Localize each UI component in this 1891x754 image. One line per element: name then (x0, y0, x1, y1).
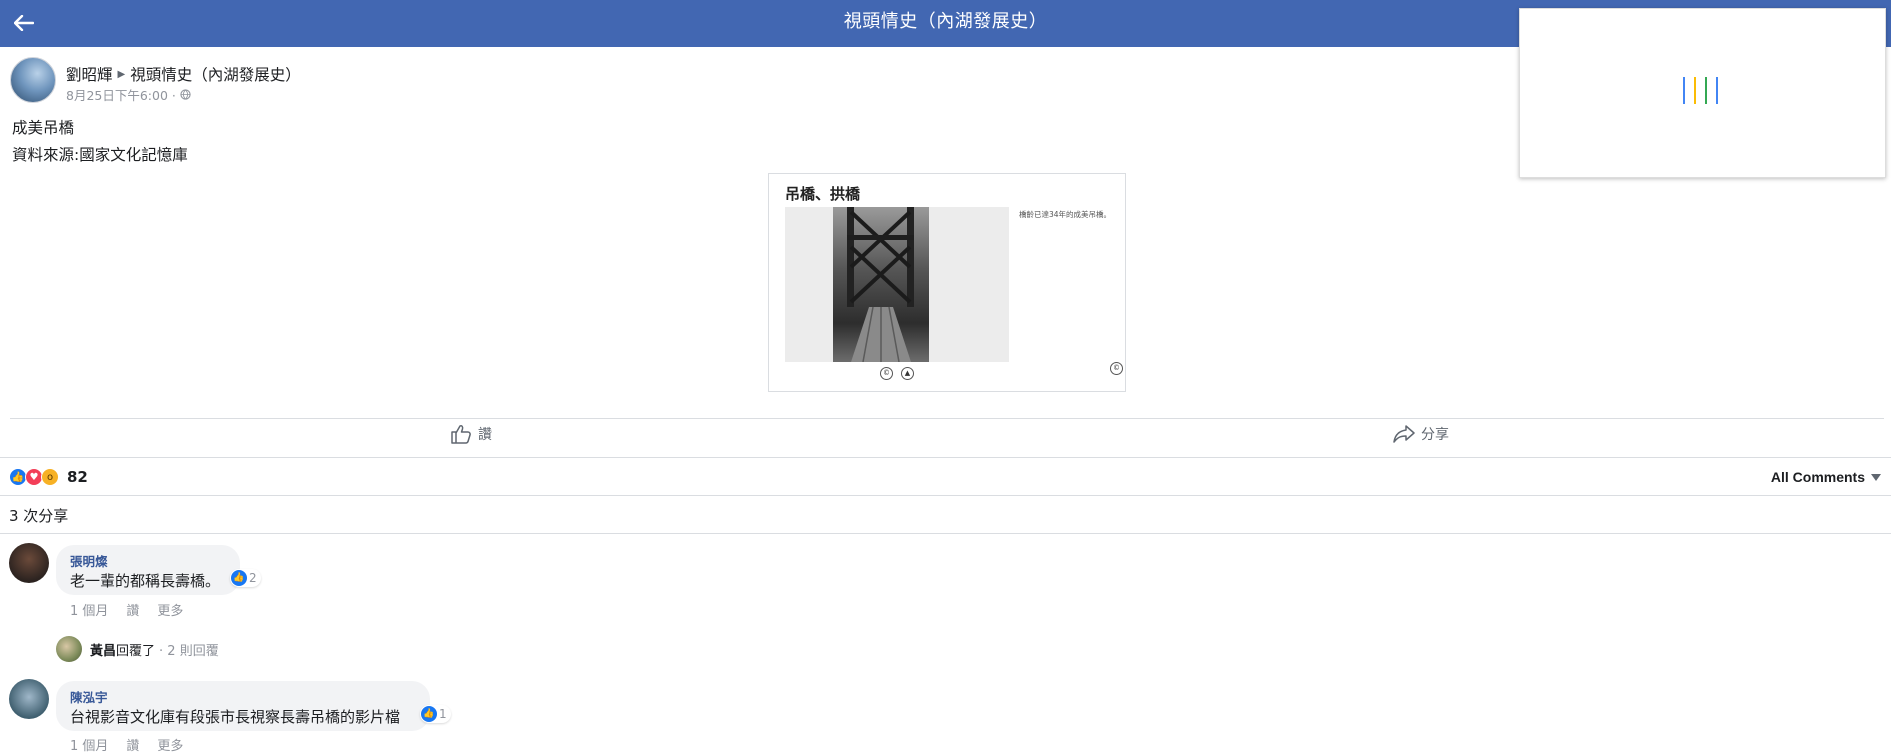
timestamp-text[interactable]: 8月25日下午6:00 · (66, 85, 176, 104)
comment-text: 台視影音文化庫有段張市長視察長壽吊橋的影片檔 (70, 708, 401, 726)
caret-right-icon: ▶ (117, 68, 126, 80)
comment-more-link[interactable]: 更多 (157, 735, 183, 754)
like-icon: 👍 (421, 706, 437, 722)
share-count[interactable]: 3 次分享 (9, 505, 68, 526)
post-media[interactable]: 吊橋、拱橋 橋齡已達34年的成美吊橋。 © ▲ © (768, 173, 1126, 392)
loading-spinner-icon (1683, 77, 1718, 104)
loader-bar (1694, 77, 1696, 104)
like-button[interactable]: 讚 (450, 424, 492, 444)
like-count: 2 (249, 571, 257, 585)
comment-actions: 1 個月 讚 更多 (70, 735, 183, 754)
share-button[interactable]: 分享 (1393, 424, 1449, 444)
comment-text: 老一輩的都稱長壽橋。 (70, 572, 221, 590)
divider (0, 533, 1891, 534)
post-timestamp: 8月25日下午6:00 · (66, 85, 191, 104)
loader-bar (1683, 77, 1685, 104)
comment-like-count[interactable]: 👍 2 (230, 569, 261, 587)
replier-avatar (56, 636, 82, 662)
loading-popup (1519, 8, 1886, 178)
author-avatar[interactable] (10, 57, 56, 103)
media-caption: 橋齡已達34年的成美吊橋。 (1019, 210, 1112, 219)
wow-icon: o (41, 468, 59, 486)
like-count: 1 (439, 707, 447, 721)
copyright-icon: © (1110, 362, 1123, 375)
comment-like-count[interactable]: 👍 1 (420, 705, 451, 723)
share-label: 分享 (1421, 427, 1449, 443)
replier-name: 黃昌 (90, 643, 117, 659)
attribution-icon: ▲ (901, 367, 914, 380)
comment-sort-dropdown[interactable]: All Comments (1771, 469, 1881, 485)
comment-like-link[interactable]: 讚 (126, 600, 139, 619)
reply-count: · 2 則回覆 (159, 643, 219, 659)
like-icon: 👍 (231, 570, 247, 586)
post-text-line: 成美吊橋 (12, 119, 75, 137)
cc-icon: © (880, 367, 893, 380)
comment-like-link[interactable]: 讚 (126, 735, 139, 754)
author-line: 劉昭輝 ▶ 視頭情史（內湖發展史） (66, 63, 301, 85)
author-name[interactable]: 劉昭輝 (66, 63, 113, 85)
post-text-line: 資料來源:國家文化記憶庫 (12, 146, 188, 164)
comment-more-link[interactable]: 更多 (157, 600, 183, 619)
commenter-avatar[interactable] (9, 679, 49, 719)
divider (0, 457, 1891, 458)
caret-down-icon (1871, 473, 1881, 481)
comment-actions: 1 個月 讚 更多 (70, 600, 183, 619)
reply-summary[interactable]: 黃昌 回覆了 · 2 則回覆 (56, 636, 219, 662)
reaction-summary[interactable]: 👍 ♥ o 82 (9, 468, 88, 486)
media-title: 吊橋、拱橋 (785, 185, 861, 203)
loader-bar (1705, 77, 1707, 104)
commenter-name[interactable]: 陳泓宇 (70, 687, 108, 706)
commenter-name[interactable]: 張明燦 (70, 551, 108, 570)
group-name[interactable]: 視頭情史（內湖發展史） (130, 63, 301, 85)
commenter-avatar[interactable] (9, 543, 49, 583)
loader-bar (1716, 77, 1718, 104)
reply-action: 回覆了 (116, 643, 156, 659)
reaction-count: 82 (67, 468, 88, 486)
share-arrow-icon (1393, 425, 1415, 443)
divider (0, 495, 1891, 496)
thumbs-up-icon (451, 425, 471, 444)
bridge-photo (833, 207, 929, 362)
comment-age[interactable]: 1 個月 (70, 735, 108, 754)
sort-label: All Comments (1770, 469, 1865, 485)
like-label: 讚 (478, 427, 492, 443)
comment-age[interactable]: 1 個月 (70, 600, 108, 619)
divider (10, 418, 1884, 419)
globe-icon (180, 89, 191, 100)
